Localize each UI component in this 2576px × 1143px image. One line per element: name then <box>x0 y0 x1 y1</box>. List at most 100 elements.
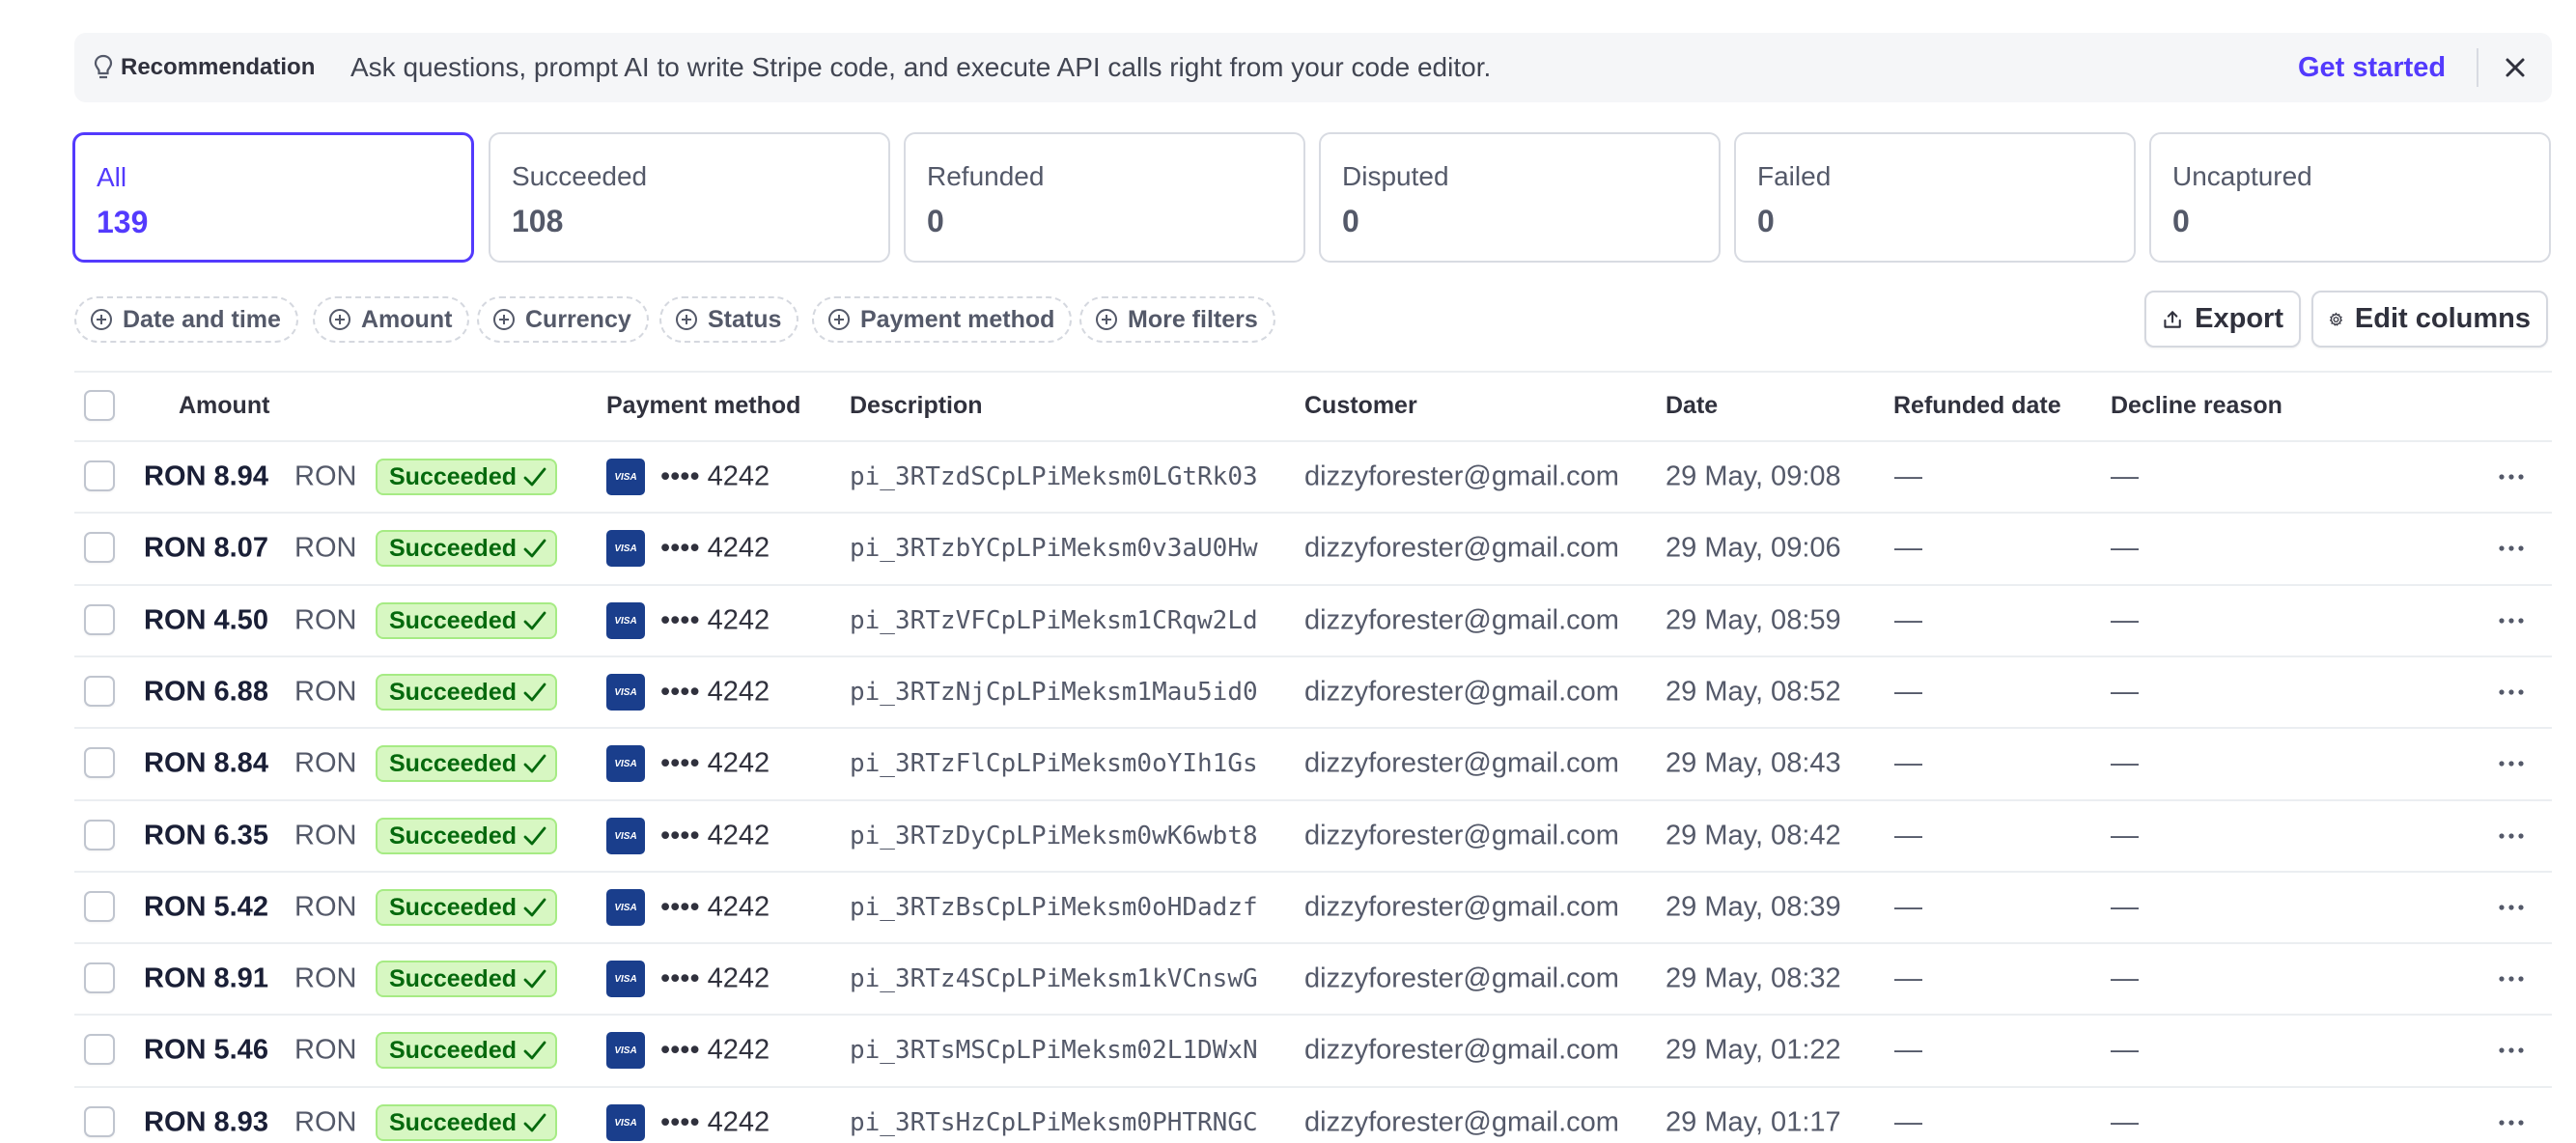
status-label: Succeeded <box>389 822 518 850</box>
more-horizontal-icon[interactable] <box>2492 535 2531 562</box>
description[interactable]: pi_3RTsHzCpLPiMeksm0PHTRNGC <box>850 1108 1258 1137</box>
customer-email[interactable]: dizzyforester@gmail.com <box>1304 677 1619 709</box>
filter-date-and-time[interactable]: Date and time <box>74 296 298 343</box>
filter-status[interactable]: Status <box>659 296 799 343</box>
table-row[interactable]: RON 8.94 RON Succeeded VISA •••• 4242 pi… <box>74 440 2552 512</box>
more-horizontal-icon[interactable] <box>2492 822 2531 850</box>
more-horizontal-icon[interactable] <box>2492 750 2531 777</box>
more-horizontal-icon[interactable] <box>2492 894 2531 921</box>
amount: RON 4.50 <box>144 604 268 636</box>
customer-email[interactable]: dizzyforester@gmail.com <box>1304 1107 1619 1139</box>
description[interactable]: pi_3RTzdSCpLPiMeksm0LGtRk03 <box>850 462 1258 491</box>
customer-email[interactable]: dizzyforester@gmail.com <box>1304 461 1619 493</box>
table-row[interactable]: RON 8.07 RON Succeeded VISA •••• 4242 pi… <box>74 512 2552 583</box>
checkmark-icon <box>523 898 546 917</box>
row-checkbox[interactable] <box>84 460 115 491</box>
table-row[interactable]: RON 6.88 RON Succeeded VISA •••• 4242 pi… <box>74 655 2552 727</box>
status-card-refunded[interactable]: Refunded 0 <box>904 132 1305 263</box>
row-checkbox[interactable] <box>84 604 115 635</box>
customer-email[interactable]: dizzyforester@gmail.com <box>1304 533 1619 565</box>
table-row[interactable]: RON 6.35 RON Succeeded VISA •••• 4242 pi… <box>74 799 2552 871</box>
description[interactable]: pi_3RTzFlCpLPiMeksm0oYIh1Gs <box>850 749 1258 778</box>
card-label: Disputed <box>1342 161 1449 191</box>
customer-email[interactable]: dizzyforester@gmail.com <box>1304 1035 1619 1067</box>
row-checkbox[interactable] <box>84 891 115 922</box>
filter-label: Date and time <box>123 305 281 333</box>
status-card-all[interactable]: All 139 <box>72 132 474 263</box>
filter-more-filters[interactable]: More filters <box>1079 296 1275 343</box>
description[interactable]: pi_3RTzVFCpLPiMeksm1CRqw2Ld <box>850 606 1258 635</box>
filter-currency[interactable]: Currency <box>477 296 649 343</box>
description[interactable]: pi_3RTzBsCpLPiMeksm0oHDadzf <box>850 893 1258 922</box>
more-horizontal-icon[interactable] <box>2492 463 2531 490</box>
customer-email[interactable]: dizzyforester@gmail.com <box>1304 963 1619 995</box>
currency: RON <box>294 820 357 851</box>
more-horizontal-icon[interactable] <box>2492 1037 2531 1064</box>
currency: RON <box>294 532 357 564</box>
column-header-amount[interactable]: Amount <box>179 392 269 420</box>
amount: RON 6.88 <box>144 676 268 708</box>
amount: RON 5.46 <box>144 1034 268 1066</box>
filter-amount[interactable]: Amount <box>313 296 470 343</box>
customer-email[interactable]: dizzyforester@gmail.com <box>1304 892 1619 924</box>
more-horizontal-icon[interactable] <box>2492 965 2531 992</box>
description[interactable]: pi_3RTzbYCpLPiMeksm0v3aU0Hw <box>850 534 1258 563</box>
column-header-date[interactable]: Date <box>1666 392 1718 420</box>
column-header-customer[interactable]: Customer <box>1304 392 1417 420</box>
decline-reason: — <box>2111 460 2139 492</box>
status-badge: Succeeded <box>376 818 558 854</box>
status-badge: Succeeded <box>376 602 558 639</box>
status-badge: Succeeded <box>376 1032 558 1069</box>
get-started-link[interactable]: Get started <box>2298 52 2446 84</box>
amount: RON 8.07 <box>144 532 268 564</box>
plus-circle-icon <box>91 309 112 330</box>
table-row[interactable]: RON 8.91 RON Succeeded VISA •••• 4242 pi… <box>74 942 2552 1014</box>
status-card-failed[interactable]: Failed 0 <box>1734 132 2136 263</box>
customer-email[interactable]: dizzyforester@gmail.com <box>1304 821 1619 852</box>
status-card-succeeded[interactable]: Succeeded 108 <box>489 132 890 263</box>
table-row[interactable]: RON 5.42 RON Succeeded VISA •••• 4242 pi… <box>74 871 2552 942</box>
select-all-checkbox[interactable] <box>84 390 115 421</box>
description[interactable]: pi_3RTzDyCpLPiMeksm0wK6wbt8 <box>850 822 1258 850</box>
close-icon[interactable] <box>2500 52 2531 83</box>
table-row[interactable]: RON 8.84 RON Succeeded VISA •••• 4242 pi… <box>74 727 2552 798</box>
description[interactable]: pi_3RTsMSCpLPiMeksm02L1DWxN <box>850 1036 1258 1065</box>
column-header-refunded-date[interactable]: Refunded date <box>1893 392 2061 420</box>
more-horizontal-icon[interactable] <box>2492 607 2531 634</box>
decline-reason: — <box>2111 1106 2139 1138</box>
export-button[interactable]: Export <box>2144 291 2301 348</box>
date: 29 May, 08:59 <box>1666 604 1841 636</box>
edit-columns-label: Edit columns <box>2354 303 2531 334</box>
more-horizontal-icon[interactable] <box>2492 679 2531 706</box>
date: 29 May, 08:52 <box>1666 676 1841 708</box>
description[interactable]: pi_3RTz4SCpLPiMeksm1kVCnswG <box>850 964 1258 993</box>
currency: RON <box>294 604 357 636</box>
plus-circle-icon <box>329 309 350 330</box>
card-count: 0 <box>2172 204 2190 238</box>
row-checkbox[interactable] <box>84 962 115 993</box>
customer-email[interactable]: dizzyforester@gmail.com <box>1304 748 1619 780</box>
customer-email[interactable]: dizzyforester@gmail.com <box>1304 605 1619 637</box>
row-checkbox[interactable] <box>84 747 115 778</box>
row-checkbox[interactable] <box>84 820 115 850</box>
column-header-decline-reason[interactable]: Decline reason <box>2111 392 2282 420</box>
status-card-uncaptured[interactable]: Uncaptured 0 <box>2149 132 2551 263</box>
more-horizontal-icon[interactable] <box>2492 1109 2531 1136</box>
table-row[interactable]: RON 8.93 RON Succeeded VISA •••• 4242 pi… <box>74 1086 2552 1143</box>
row-checkbox[interactable] <box>84 532 115 563</box>
row-checkbox[interactable] <box>84 1034 115 1065</box>
edit-columns-button[interactable]: Edit columns <box>2311 291 2548 348</box>
description[interactable]: pi_3RTzNjCpLPiMeksm1Mau5id0 <box>850 678 1258 707</box>
card-label: Uncaptured <box>2172 161 2312 191</box>
status-label: Succeeded <box>389 893 518 921</box>
card-last4: •••• 4242 <box>660 820 770 851</box>
table-row[interactable]: RON 4.50 RON Succeeded VISA •••• 4242 pi… <box>74 584 2552 655</box>
table-row[interactable]: RON 5.46 RON Succeeded VISA •••• 4242 pi… <box>74 1014 2552 1085</box>
filter-payment-method[interactable]: Payment method <box>812 296 1073 343</box>
card-count: 0 <box>1342 204 1359 238</box>
status-card-disputed[interactable]: Disputed 0 <box>1319 132 1721 263</box>
column-header-payment-method[interactable]: Payment method <box>606 392 800 420</box>
row-checkbox[interactable] <box>84 676 115 707</box>
row-checkbox[interactable] <box>84 1106 115 1137</box>
column-header-description[interactable]: Description <box>850 392 983 420</box>
